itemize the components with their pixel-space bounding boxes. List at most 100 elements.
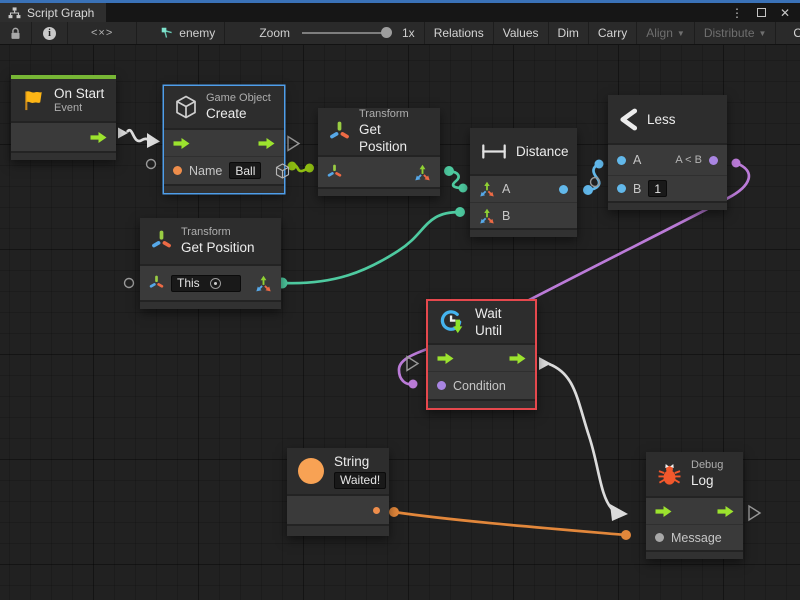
- graph-breadcrumb[interactable]: enemy: [137, 22, 225, 44]
- align-label: Align: [646, 26, 673, 40]
- node-title: Distance: [516, 143, 569, 160]
- node-footer: [646, 550, 743, 559]
- info-button[interactable]: i: [32, 22, 68, 44]
- node-string[interactable]: String Waited!: [287, 448, 389, 536]
- chevron-down-icon: ▼: [677, 29, 685, 38]
- result-label: A < B: [675, 154, 702, 166]
- node-wait-until[interactable]: Wait Until Condition: [426, 299, 537, 410]
- name-input-port[interactable]: [173, 166, 182, 175]
- node-footer: [470, 228, 577, 237]
- port-b-label: B: [633, 182, 641, 196]
- zoom-slider-handle[interactable]: [381, 27, 392, 38]
- object-picker-icon[interactable]: [210, 278, 221, 289]
- string-out-port[interactable]: [373, 507, 380, 514]
- node-footer: [140, 300, 281, 309]
- lock-button[interactable]: [0, 22, 32, 44]
- game-object-icon: [175, 95, 197, 119]
- graph-crumb-icon: [161, 27, 173, 39]
- vector3-out-port[interactable]: [414, 164, 431, 181]
- a-input-port[interactable]: [617, 156, 626, 165]
- title-bar: Script Graph ⋮ ✕: [0, 3, 800, 22]
- node-title: Less: [647, 111, 676, 128]
- node-footer: [428, 399, 535, 408]
- info-icon: i: [43, 27, 56, 40]
- distribute-label: Distribute: [704, 26, 755, 40]
- name-value-field[interactable]: Ball: [229, 162, 261, 179]
- close-button[interactable]: ✕: [780, 6, 790, 20]
- condition-input-port[interactable]: [437, 381, 446, 390]
- overview-button[interactable]: Overview: [784, 22, 800, 44]
- node-create-game-object[interactable]: Game Object Create Name Ball: [164, 86, 284, 193]
- flow-in-port[interactable]: [655, 506, 672, 517]
- carry-button[interactable]: Carry: [589, 22, 637, 44]
- flow-out-port[interactable]: [258, 138, 275, 149]
- align-dropdown[interactable]: Align ▼: [637, 22, 695, 44]
- transform-icon: [151, 230, 172, 252]
- dim-button[interactable]: Dim: [549, 22, 589, 44]
- zoom-slider[interactable]: [302, 32, 390, 34]
- node-footer: [164, 184, 284, 193]
- graph-toolbar: i <×> enemy Zoom 1x Relations Values Dim…: [0, 22, 800, 45]
- node-get-position-left[interactable]: Transform Get Position This: [140, 218, 281, 309]
- maximize-button[interactable]: [757, 8, 766, 17]
- transform-in-port[interactable]: [149, 275, 164, 291]
- window-menu-button[interactable]: ⋮: [731, 6, 743, 20]
- flow-out-port[interactable]: [509, 353, 526, 364]
- flow-out-port[interactable]: [90, 132, 107, 143]
- name-port-label: Name: [189, 164, 222, 178]
- node-title: Wait Until: [475, 305, 524, 339]
- result-out-port[interactable]: [709, 156, 718, 165]
- flow-in-port[interactable]: [437, 353, 454, 364]
- string-value-field[interactable]: Waited!: [334, 472, 386, 489]
- flow-out-port[interactable]: [717, 506, 734, 517]
- node-title: String: [334, 453, 386, 470]
- game-object-out-port[interactable]: [275, 163, 290, 179]
- transform-icon: [329, 121, 350, 143]
- flow-in-port[interactable]: [173, 138, 190, 149]
- zoom-label: Zoom: [259, 26, 290, 40]
- script-graph-window: Script Graph ⋮ ✕ i <×> enemy Zoom 1x Rel…: [0, 0, 800, 600]
- distance-icon: [481, 144, 507, 159]
- node-subtitle: Event: [54, 102, 104, 115]
- wait-until-icon: [439, 309, 466, 336]
- vector3-in-port-b[interactable]: [479, 208, 495, 224]
- b-input-port[interactable]: [617, 184, 626, 193]
- port-a-label: A: [502, 182, 510, 196]
- node-debug-log[interactable]: Debug Log Message: [646, 452, 743, 559]
- zoom-value: 1x: [402, 26, 415, 40]
- node-distance[interactable]: Distance A B: [470, 128, 577, 237]
- vector3-in-port-a[interactable]: [479, 181, 495, 197]
- zoom-control: Zoom 1x: [225, 22, 424, 44]
- script-graph-icon: [8, 7, 21, 19]
- chevron-down-icon: ▼: [759, 29, 767, 38]
- values-button[interactable]: Values: [494, 22, 549, 44]
- message-label: Message: [671, 531, 722, 545]
- string-icon: [298, 458, 324, 484]
- target-field[interactable]: This: [171, 275, 241, 292]
- node-get-position-top[interactable]: Transform Get Position: [318, 108, 440, 196]
- flag-icon: [22, 89, 45, 112]
- message-input-port[interactable]: [655, 533, 664, 542]
- node-footer: [11, 151, 116, 160]
- less-icon: [619, 108, 638, 131]
- node-category: Transform: [359, 108, 429, 121]
- node-title: Log: [691, 472, 723, 489]
- result-out-port[interactable]: [559, 185, 568, 194]
- distribute-dropdown[interactable]: Distribute ▼: [695, 22, 777, 44]
- node-less[interactable]: Less A A < B B 1: [608, 95, 727, 210]
- node-category: Debug: [691, 459, 723, 472]
- port-a-label: A: [633, 153, 641, 167]
- b-value-field[interactable]: 1: [648, 180, 667, 197]
- transform-in-port[interactable]: [327, 164, 342, 180]
- node-title: Get Position: [359, 121, 429, 155]
- code-icon: <×>: [77, 27, 127, 39]
- node-on-start[interactable]: On Start Event: [11, 75, 116, 160]
- relations-button[interactable]: Relations: [425, 22, 494, 44]
- breadcrumb-label: enemy: [179, 26, 215, 40]
- vector3-out-port[interactable]: [255, 275, 272, 292]
- condition-label: Condition: [453, 379, 506, 393]
- node-title: Get Position: [181, 239, 255, 256]
- bug-icon: [657, 463, 682, 486]
- tab-script-graph[interactable]: Script Graph: [0, 3, 106, 22]
- code-preview-button[interactable]: <×>: [68, 22, 137, 44]
